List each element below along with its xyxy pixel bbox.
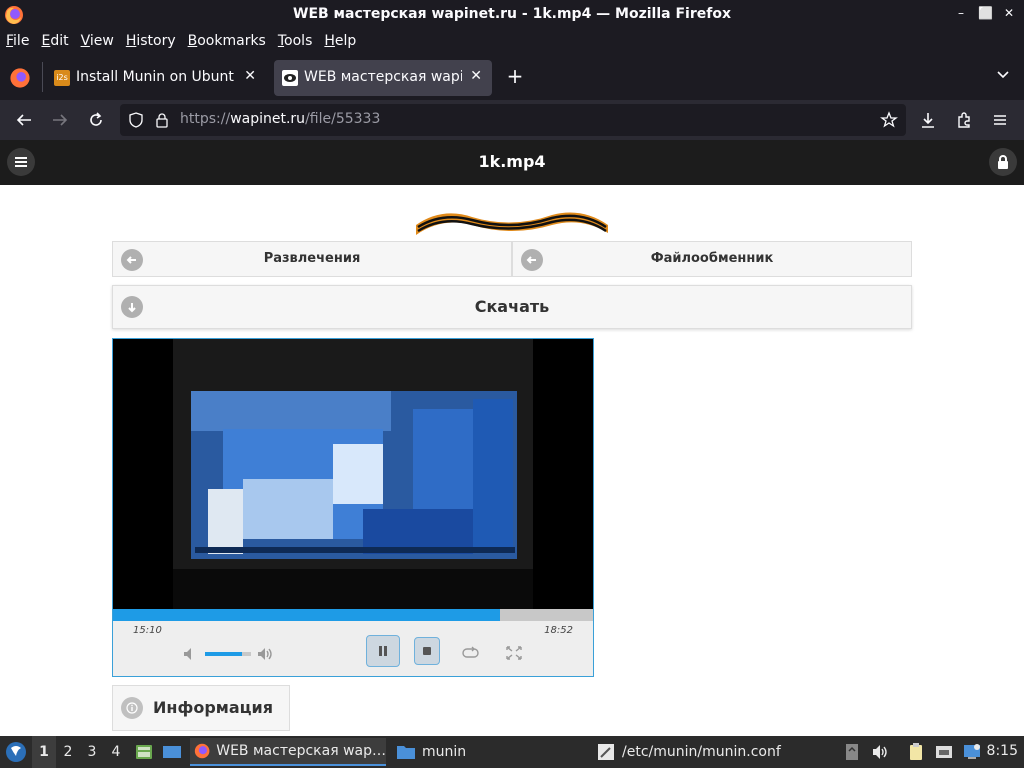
arrow-down-icon: [121, 296, 143, 318]
info-button[interactable]: Информация: [112, 685, 290, 731]
stop-button[interactable]: [414, 637, 440, 665]
video-player[interactable]: 15:10 18:52: [112, 338, 594, 677]
tab-separator: [42, 62, 43, 92]
close-icon[interactable]: ✕: [1002, 6, 1016, 20]
wapinet-favicon-icon: [282, 70, 298, 86]
window-title: WEB мастерская wapinet.ru - 1k.mp4 — Moz…: [293, 6, 731, 22]
lock-icon: [998, 155, 1008, 169]
file-manager-icon[interactable]: [134, 742, 154, 762]
volume-max-icon[interactable]: [255, 645, 275, 663]
network-icon[interactable]: [934, 742, 954, 762]
text-editor-icon: [598, 744, 614, 760]
bookmark-star-icon[interactable]: [880, 111, 898, 129]
reload-icon[interactable]: [84, 108, 108, 132]
tab-label: Install Munin on Ubuntu 22.04: [76, 69, 234, 85]
workspace-2[interactable]: 2: [56, 736, 80, 768]
info-icon: [121, 697, 143, 719]
chevron-down-icon[interactable]: [996, 68, 1010, 82]
menu-tools[interactable]: Tools: [272, 30, 319, 54]
update-notifier-icon[interactable]: [962, 742, 982, 762]
stop-icon: [423, 647, 431, 655]
st-george-ribbon-logo: [416, 212, 608, 235]
video-frame[interactable]: [113, 339, 593, 609]
volume-fill: [205, 652, 242, 656]
menu-bookmarks[interactable]: Bookmarks: [182, 30, 272, 54]
address-bar[interactable]: https://wapinet.ru/file/55333: [120, 104, 906, 136]
i2s-favicon-icon: i2s: [54, 70, 70, 86]
task-text-editor[interactable]: /etc/munin/munin.conf: [592, 738, 828, 766]
start-menu-icon[interactable]: [4, 740, 28, 764]
loop-icon[interactable]: [459, 645, 481, 661]
extensions-icon[interactable]: [952, 108, 976, 132]
minimize-icon[interactable]: –: [954, 6, 968, 20]
close-tab-icon[interactable]: ✕: [244, 68, 256, 84]
folder-icon: [397, 746, 415, 759]
clipboard-icon[interactable]: [906, 742, 926, 762]
file-exchange-label: Файлообменник: [650, 251, 774, 266]
window-titlebar: WEB мастерская wapinet.ru - 1k.mp4 — Moz…: [0, 0, 1024, 30]
menu-history[interactable]: History: [120, 30, 182, 54]
page-title: 1k.mp4: [478, 152, 546, 171]
menu-bar: File Edit View History Bookmarks Tools H…: [0, 30, 1024, 54]
tab-label: WEB мастерская wapinet.ru: [304, 69, 462, 85]
file-exchange-button[interactable]: Файлообменник: [512, 241, 912, 277]
tray-panel-icon[interactable]: [842, 742, 862, 762]
desktop-icon[interactable]: [162, 742, 182, 762]
video-controls: 15:10 18:52: [113, 621, 593, 676]
volume-icon[interactable]: [870, 742, 890, 762]
firefox-view-icon[interactable]: [8, 66, 32, 90]
video-content-image: [113, 339, 593, 609]
url-text: https://wapinet.ru/file/55333: [180, 111, 381, 127]
tab-munin[interactable]: i2s Install Munin on Ubuntu 22.04 ✕: [46, 60, 266, 96]
task-munin-folder[interactable]: munin: [392, 738, 582, 766]
menu-edit[interactable]: Edit: [35, 30, 74, 54]
firefox-icon: [194, 743, 210, 759]
task-firefox[interactable]: WEB мастерская wap…: [190, 738, 386, 766]
download-label: Скачать: [474, 297, 550, 316]
info-label: Информация: [153, 698, 273, 717]
clock: 8:15: [986, 743, 1018, 759]
page-content: Развлечения Файлообменник Скачать 15:10 …: [0, 185, 1024, 736]
taskbar: 1 2 3 4 WEB мастерская wap… munin /etc/m…: [0, 736, 1024, 768]
workspace-3[interactable]: 3: [80, 736, 104, 768]
video-progress-bar[interactable]: [113, 609, 593, 621]
menu-view[interactable]: View: [75, 30, 120, 54]
task-label: WEB мастерская wap…: [216, 743, 386, 759]
download-button[interactable]: Скачать: [112, 285, 912, 329]
entertainment-label: Развлечения: [263, 251, 361, 266]
volume-slider[interactable]: [205, 652, 251, 656]
arrow-left-icon: [121, 249, 143, 271]
downloads-icon[interactable]: [916, 108, 940, 132]
shield-icon[interactable]: [128, 112, 144, 128]
hamburger-menu-icon[interactable]: [988, 108, 1012, 132]
back-icon[interactable]: [12, 108, 36, 132]
pause-icon: [379, 646, 387, 656]
lock-icon[interactable]: [154, 112, 170, 128]
navigation-bar: https://wapinet.ru/file/55333: [0, 100, 1024, 140]
workspace-4[interactable]: 4: [104, 736, 128, 768]
entertainment-button[interactable]: Развлечения: [112, 241, 512, 277]
video-progress-fill: [113, 609, 500, 621]
current-time: 15:10: [133, 625, 162, 636]
duration: 18:52: [544, 625, 573, 636]
tab-bar: i2s Install Munin on Ubuntu 22.04 ✕ WEB …: [0, 54, 1024, 100]
menu-help[interactable]: Help: [318, 30, 362, 54]
forward-icon[interactable]: [48, 108, 72, 132]
task-label: /etc/munin/munin.conf: [622, 744, 781, 760]
task-label: munin: [422, 744, 467, 760]
new-tab-icon[interactable]: +: [504, 66, 526, 88]
pause-button[interactable]: [366, 635, 400, 667]
menu-file[interactable]: File: [0, 30, 35, 54]
close-tab-icon[interactable]: ✕: [470, 68, 482, 84]
volume-mute-icon[interactable]: [181, 645, 199, 663]
site-login-button[interactable]: [989, 148, 1017, 176]
workspace-1[interactable]: 1: [32, 736, 56, 768]
maximize-icon[interactable]: ⬜: [978, 6, 993, 20]
tab-wapinet[interactable]: WEB мастерская wapinet.ru ✕: [274, 60, 492, 96]
fullscreen-icon[interactable]: [505, 645, 523, 661]
site-header: 1k.mp4: [0, 140, 1024, 185]
arrow-left-icon: [521, 249, 543, 271]
